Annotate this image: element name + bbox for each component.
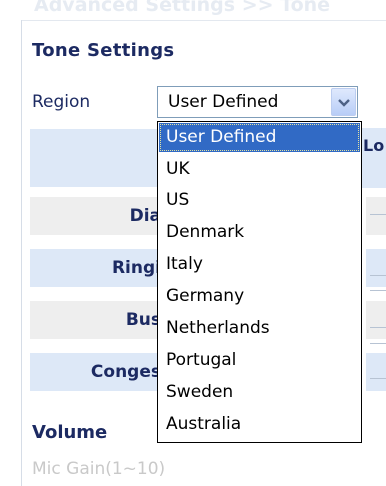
region-label: Region <box>32 92 91 112</box>
table-header-right-text: Lo <box>363 136 385 155</box>
table-row-field-edge <box>370 214 386 215</box>
mic-gain-label: Mic Gain(1~10) <box>32 459 166 479</box>
region-option-netherlands[interactable]: Netherlands <box>159 314 360 343</box>
table-row-right-cell <box>366 197 386 235</box>
chevron-down-icon <box>338 99 350 107</box>
table-row-label: Bus <box>125 310 161 330</box>
region-dropdown-button[interactable] <box>331 88 356 116</box>
table-row-label: Ringi <box>111 258 161 278</box>
table-row-field-edge <box>370 343 386 344</box>
table-row-field-edge <box>370 290 386 291</box>
table-row-congestion: Conges <box>30 353 165 391</box>
table-row-busy: Bus <box>30 301 165 339</box>
table-row-right-cell <box>366 249 386 287</box>
region-option-sweden[interactable]: Sweden <box>159 378 360 407</box>
volume-section-title: Volume <box>32 422 108 443</box>
tone-settings-title: Tone Settings <box>32 40 175 61</box>
table-row-ringing: Ringi <box>30 249 165 287</box>
region-option-portugal[interactable]: Portugal <box>159 346 360 375</box>
panel-top-border <box>21 20 386 21</box>
table-row-field-edge <box>370 327 386 328</box>
region-option-italy[interactable]: Italy <box>159 250 360 279</box>
table-row-dial: Dia <box>30 197 165 235</box>
region-option-australia[interactable]: Australia <box>159 410 360 439</box>
region-dropdown-list: User Defined UK US Denmark Italy Germany… <box>157 121 362 443</box>
region-option-us[interactable]: US <box>159 186 360 215</box>
table-row-right-cell <box>366 353 386 391</box>
region-option-germany[interactable]: Germany <box>159 282 360 311</box>
page-heading: Advanced Settings >> Tone <box>34 0 331 16</box>
region-select[interactable]: User Defined <box>157 86 358 118</box>
region-select-value: User Defined <box>168 92 279 112</box>
table-row-field-edge <box>370 378 386 379</box>
region-option-uk[interactable]: UK <box>159 155 360 184</box>
panel-left-border <box>21 20 22 486</box>
region-option-denmark[interactable]: Denmark <box>159 218 360 247</box>
table-header-cell <box>30 129 160 187</box>
table-row-field-edge <box>370 275 386 276</box>
table-row-label: Conges <box>90 362 161 382</box>
table-row-right-cell <box>366 301 386 339</box>
region-option-user-defined[interactable]: User Defined <box>159 123 360 152</box>
